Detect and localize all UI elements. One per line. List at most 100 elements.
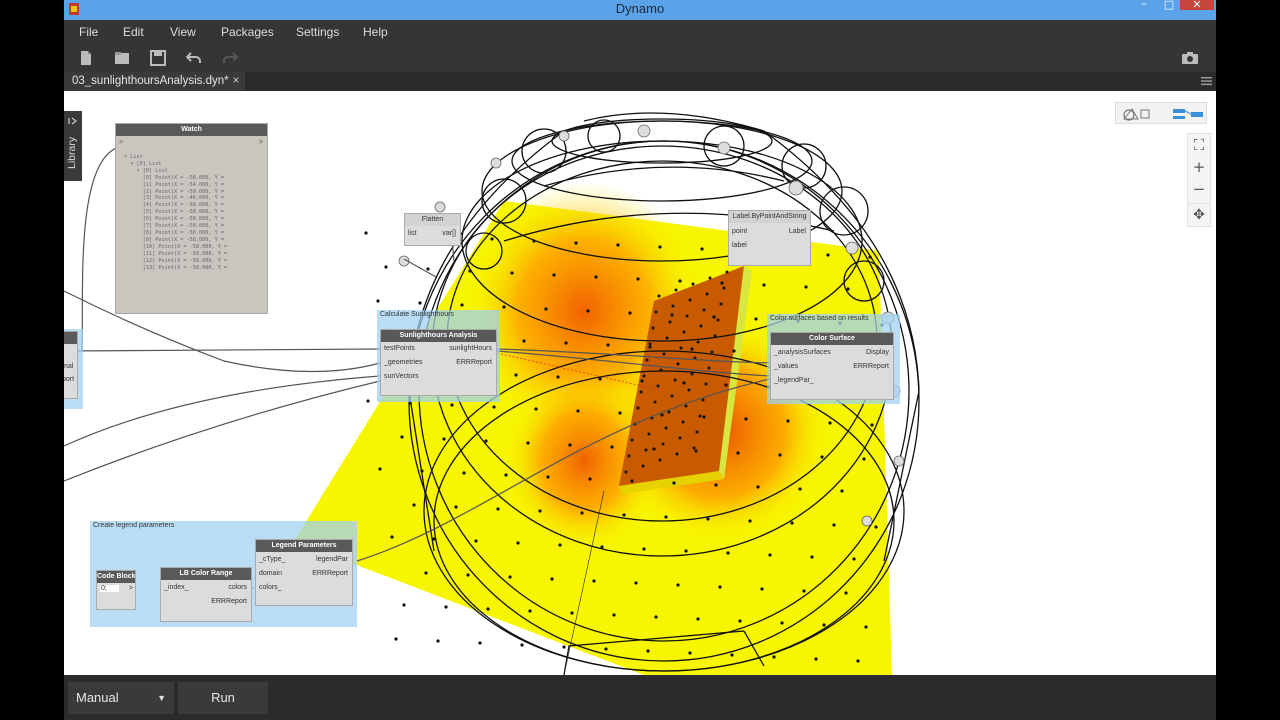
node-lb-color-range[interactable]: LB Color Range _index_ colors ERRReport <box>160 567 252 622</box>
port-domain[interactable]: domain <box>259 570 282 577</box>
pan-icon[interactable]: ✥ <box>1187 203 1211 227</box>
node-code-block[interactable]: Code Block 0; > <box>96 570 136 610</box>
view-mode-toggle[interactable] <box>1115 102 1207 124</box>
port-var[interactable]: var[] <box>442 230 456 237</box>
close-button[interactable]: ✕ <box>1180 0 1214 10</box>
new-file-icon[interactable] <box>78 50 94 66</box>
port-legend-par[interactable]: legendPar <box>316 556 348 563</box>
sample-point <box>616 243 620 247</box>
port-label-out[interactable]: Label <box>789 228 806 235</box>
node-title: Sunlighthours Analysis <box>381 330 496 342</box>
geometry-view-icon[interactable] <box>1122 106 1152 121</box>
sample-point <box>820 455 824 459</box>
zoom-in-icon[interactable]: + <box>1188 156 1210 178</box>
node-view-icon[interactable] <box>1171 106 1205 121</box>
sample-point <box>556 375 560 379</box>
sample-point <box>804 285 808 289</box>
port-sun-vectors[interactable]: sunVectors <box>384 373 419 380</box>
library-panel-tab[interactable]: Library <box>64 111 82 181</box>
port-point[interactable]: point <box>732 228 747 235</box>
port-test-points[interactable]: testPoints <box>384 345 415 352</box>
minimize-button[interactable]: – <box>1132 0 1156 9</box>
sample-point <box>400 435 404 439</box>
sample-point <box>642 374 646 378</box>
hamburger-menu-icon[interactable] <box>1201 76 1212 86</box>
menu-edit[interactable]: Edit <box>123 25 144 39</box>
port-err-report[interactable]: ERRReport <box>211 598 247 605</box>
sample-point <box>798 487 802 491</box>
sample-point <box>526 441 530 445</box>
sample-point <box>492 405 496 409</box>
tab-workspace-file[interactable]: 03_sunlighthoursAnalysis.dyn* × <box>64 72 246 91</box>
sample-point <box>474 539 478 543</box>
node-partial-left[interactable]: mal port <box>64 331 78 399</box>
run-mode-value: Manual <box>76 690 119 705</box>
menu-packages[interactable]: Packages <box>221 25 274 39</box>
tab-bar: 03_sunlighthoursAnalysis.dyn* × <box>64 72 1216 91</box>
port-sunlight-hours[interactable]: sunlightHours <box>449 345 492 352</box>
node-color-surface[interactable]: Color Surface _analysisSurfaces _values … <box>770 332 894 400</box>
open-folder-icon[interactable] <box>114 50 130 66</box>
watch-output-port[interactable]: > <box>259 139 263 146</box>
port-analysis-surfaces[interactable]: _analysisSurfaces <box>774 349 831 356</box>
watch-input-port[interactable]: > <box>119 139 123 146</box>
undo-icon[interactable] <box>186 50 202 66</box>
sample-point <box>718 585 722 589</box>
code-block-editor[interactable]: 0; <box>100 585 119 592</box>
node-label-by-point-and-string[interactable]: Label.ByPointAndString point label Label <box>728 210 811 266</box>
port-label[interactable]: label <box>732 242 747 249</box>
sample-point <box>724 383 728 387</box>
port-err-report[interactable]: ERRReport <box>853 363 889 370</box>
menu-file[interactable]: File <box>79 25 98 39</box>
sample-point <box>840 489 844 493</box>
menu-view[interactable]: View <box>170 25 196 39</box>
sample-point <box>648 345 652 349</box>
node-legend-parameters[interactable]: Legend Parameters _cType_ domain colors_… <box>255 539 353 606</box>
menu-settings[interactable]: Settings <box>296 25 339 39</box>
sample-point <box>699 324 703 328</box>
watch-list-line: [4] Point(X = -58.000, Y = <box>124 202 228 209</box>
port-err-report[interactable]: ERRReport <box>312 570 348 577</box>
sample-point <box>576 409 580 413</box>
sample-point <box>685 314 689 318</box>
sample-point <box>754 317 758 321</box>
menu-help[interactable]: Help <box>363 25 388 39</box>
port-values[interactable]: _values <box>774 363 798 370</box>
sample-point <box>550 577 554 581</box>
camera-icon[interactable] <box>1181 50 1199 66</box>
port-display[interactable]: Display <box>866 349 889 356</box>
watch-list-line: [13] Point(X = -58.000, Y = <box>124 264 231 271</box>
maximize-button[interactable]: □ <box>1158 0 1180 10</box>
chevron-down-icon: ▼ <box>157 693 166 703</box>
sample-point <box>710 350 714 354</box>
watch-list-line: [9] Point(X = -58.000, Y = <box>124 236 228 243</box>
port-legend-par[interactable]: _legendPar_ <box>774 377 814 384</box>
sample-point <box>822 623 826 627</box>
sample-point <box>510 271 514 275</box>
workspace-canvas[interactable]: Library ⛶ + − ✥ Calculate Sunlighthours … <box>64 91 1216 675</box>
run-button[interactable]: Run <box>178 682 268 714</box>
node-watch[interactable]: Watch > > ▾ List ▾ [0] List ▾ [0] List [… <box>115 123 268 314</box>
port-list[interactable]: list <box>408 230 417 237</box>
node-header <box>64 332 77 344</box>
sample-point <box>695 430 699 434</box>
sample-point <box>546 475 550 479</box>
port-index[interactable]: _index_ <box>164 584 189 591</box>
code-block-output-port[interactable]: > <box>129 585 133 592</box>
port-err-report[interactable]: ERRReport <box>456 359 492 366</box>
node-sunlighthours-analysis[interactable]: Sunlighthours Analysis testPoints _geome… <box>380 329 497 396</box>
save-icon[interactable] <box>150 50 166 66</box>
port-colors[interactable]: colors_ <box>259 584 282 591</box>
toolbar <box>64 44 1216 72</box>
redo-icon[interactable] <box>222 50 238 66</box>
zoom-out-icon[interactable]: − <box>1188 178 1210 200</box>
port-ctype[interactable]: _cType_ <box>259 556 285 563</box>
sample-point <box>844 591 848 595</box>
tab-close-icon[interactable]: × <box>233 75 240 87</box>
node-flatten[interactable]: Flatten list var[] <box>404 213 461 246</box>
port-colors[interactable]: colors <box>228 584 247 591</box>
zoom-to-fit-icon[interactable]: ⛶ <box>1188 134 1210 156</box>
library-label: Library <box>66 136 78 169</box>
run-mode-dropdown[interactable]: Manual ▼ <box>68 682 174 714</box>
port-geometries[interactable]: _geometries <box>384 359 423 366</box>
